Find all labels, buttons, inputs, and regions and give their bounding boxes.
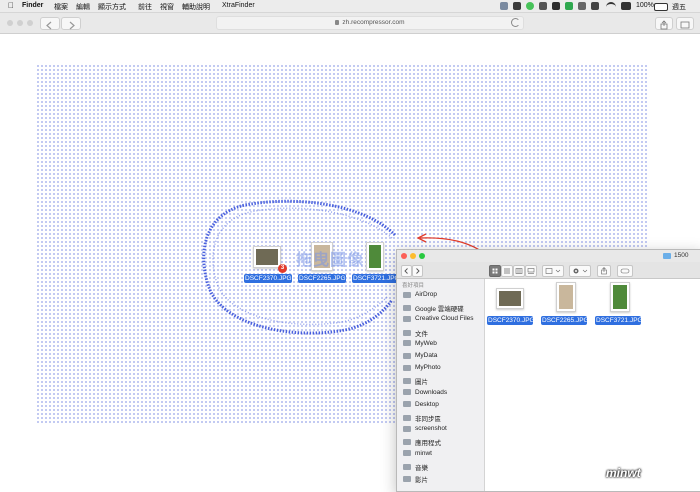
columns-icon (515, 268, 523, 274)
gallery-icon (527, 268, 535, 274)
gear-icon (573, 268, 588, 274)
finder-window: 1500 喜好項目 AirDrop Google 雲端硬碟 Creative Clo… (396, 249, 700, 492)
folder-icon (403, 415, 411, 421)
sidebar-item-label: Google 雲端硬碟 (415, 306, 464, 314)
drag-file-label: DSCF2370.JPG (244, 274, 292, 283)
drag-count-badge: 3 (278, 264, 287, 273)
file-name-label[interactable]: DSCF2265.JPG (541, 316, 589, 325)
sidebar-item[interactable]: AirDrop (403, 291, 437, 303)
drag-thumbnail[interactable] (253, 246, 281, 268)
sidebar-header: 喜好項目 (402, 283, 425, 289)
finder-title: 1500 (674, 252, 689, 259)
site-watermark: minwt (606, 466, 641, 480)
folder-icon (403, 364, 411, 371)
sidebar-item-label: 音樂 (415, 464, 428, 472)
drag-thumbnail[interactable] (366, 242, 384, 271)
sidebar-item[interactable]: Downloads (403, 389, 447, 401)
photo-thumbnail (256, 249, 278, 265)
sidebar-item[interactable]: 圖片 (403, 376, 428, 388)
sidebar-item-label: 文件 (415, 330, 428, 338)
file-icon[interactable] (496, 288, 524, 309)
sidebar-item-label: 圖片 (415, 379, 428, 387)
downloads-icon (403, 389, 411, 396)
icon-view-button[interactable] (489, 265, 501, 277)
forward-button[interactable] (412, 265, 423, 277)
file-icon[interactable] (610, 282, 630, 312)
folder-icon (403, 315, 411, 322)
sidebar-item[interactable]: MyData (403, 352, 437, 364)
sidebar-item-label: Creative Cloud Files (415, 315, 474, 323)
sidebar-item-label: MyData (415, 352, 438, 359)
drag-file-label: DSCF3721.JPG (352, 274, 400, 283)
finder-toolbar (397, 262, 700, 279)
sidebar-item[interactable]: MyPhoto (403, 364, 441, 376)
chevron-right-icon (416, 268, 420, 274)
sidebar-item[interactable]: 非同步區 (403, 413, 441, 425)
tag-icon (620, 268, 630, 274)
chevron-left-icon (404, 268, 408, 274)
sidebar-item-label: 應用程式 (415, 440, 441, 448)
photo-thumbnail (499, 291, 521, 306)
sidebar-item-label: Downloads (415, 388, 448, 396)
list-icon (504, 268, 510, 274)
sidebar-item[interactable]: MyWeb (403, 340, 437, 352)
documents-icon (403, 329, 411, 336)
finder-titlebar: 1500 (397, 250, 700, 262)
sidebar-item-label: screenshot (415, 425, 447, 433)
photo-thumbnail (369, 245, 381, 268)
folder-icon (403, 340, 411, 347)
drag-watermark-text: 拖曳圖像 (296, 252, 365, 269)
sidebar-item[interactable]: screenshot (403, 425, 447, 437)
folder-icon (403, 352, 411, 359)
finder-content[interactable]: DSCF2370.JPG DSCF2265.JPG DSCF3721.JPG (485, 279, 700, 491)
share-button[interactable] (597, 265, 611, 277)
sidebar-item[interactable]: 應用程式 (403, 437, 441, 449)
gallery-view-button[interactable] (525, 265, 537, 277)
finder-sidebar: 喜好項目 AirDrop Google 雲端硬碟 Creative Cloud Fi… (397, 279, 485, 491)
sidebar-item[interactable]: 影片 (403, 474, 428, 486)
sidebar-item-label: MyWeb (415, 339, 437, 347)
pictures-icon (403, 378, 411, 385)
group-icon (545, 268, 561, 274)
sidebar-item-label: Desktop (415, 400, 439, 408)
sidebar-item[interactable]: 音樂 (403, 462, 428, 474)
folder-icon (663, 253, 671, 259)
sidebar-item[interactable]: Google 雲端硬碟 (403, 303, 464, 315)
folder-icon (403, 401, 411, 408)
sidebar-item-label: MyPhoto (415, 364, 441, 372)
file-name-label[interactable]: DSCF3721.JPG (595, 316, 643, 325)
folder-icon (403, 305, 411, 312)
file-icon[interactable] (556, 282, 576, 312)
sidebar-item-label: minwt (415, 449, 432, 457)
sidebar-item-label: AirDrop (415, 291, 438, 298)
photo-thumbnail (559, 285, 573, 309)
action-button[interactable] (569, 265, 591, 277)
zoom-icon[interactable] (419, 253, 425, 259)
group-button[interactable] (542, 265, 564, 277)
music-icon (403, 463, 411, 470)
file-name-label[interactable]: DSCF2370.JPG (487, 316, 535, 325)
minimize-icon[interactable] (410, 253, 416, 259)
sidebar-item-label: 影片 (415, 477, 428, 484)
sidebar-item-label: 非同步區 (415, 416, 441, 423)
folder-icon (403, 425, 411, 432)
applications-icon (403, 439, 411, 446)
sidebar-item[interactable]: Creative Cloud Files (403, 315, 474, 327)
grid-icon (492, 268, 498, 274)
tags-button[interactable] (617, 265, 633, 277)
movies-icon (403, 476, 411, 482)
drag-file-label: DSCF2265.JPG (298, 274, 346, 283)
home-icon (403, 450, 411, 457)
airdrop-icon (403, 291, 411, 298)
column-view-button[interactable] (513, 265, 525, 277)
photo-thumbnail (613, 285, 627, 309)
sidebar-item[interactable]: minwt (403, 450, 432, 462)
back-button[interactable] (401, 265, 412, 277)
list-view-button[interactable] (501, 265, 513, 277)
sidebar-item[interactable]: Desktop (403, 401, 439, 413)
sidebar-item[interactable]: 文件 (403, 328, 428, 340)
share-icon (601, 267, 607, 275)
close-icon[interactable] (401, 253, 407, 259)
